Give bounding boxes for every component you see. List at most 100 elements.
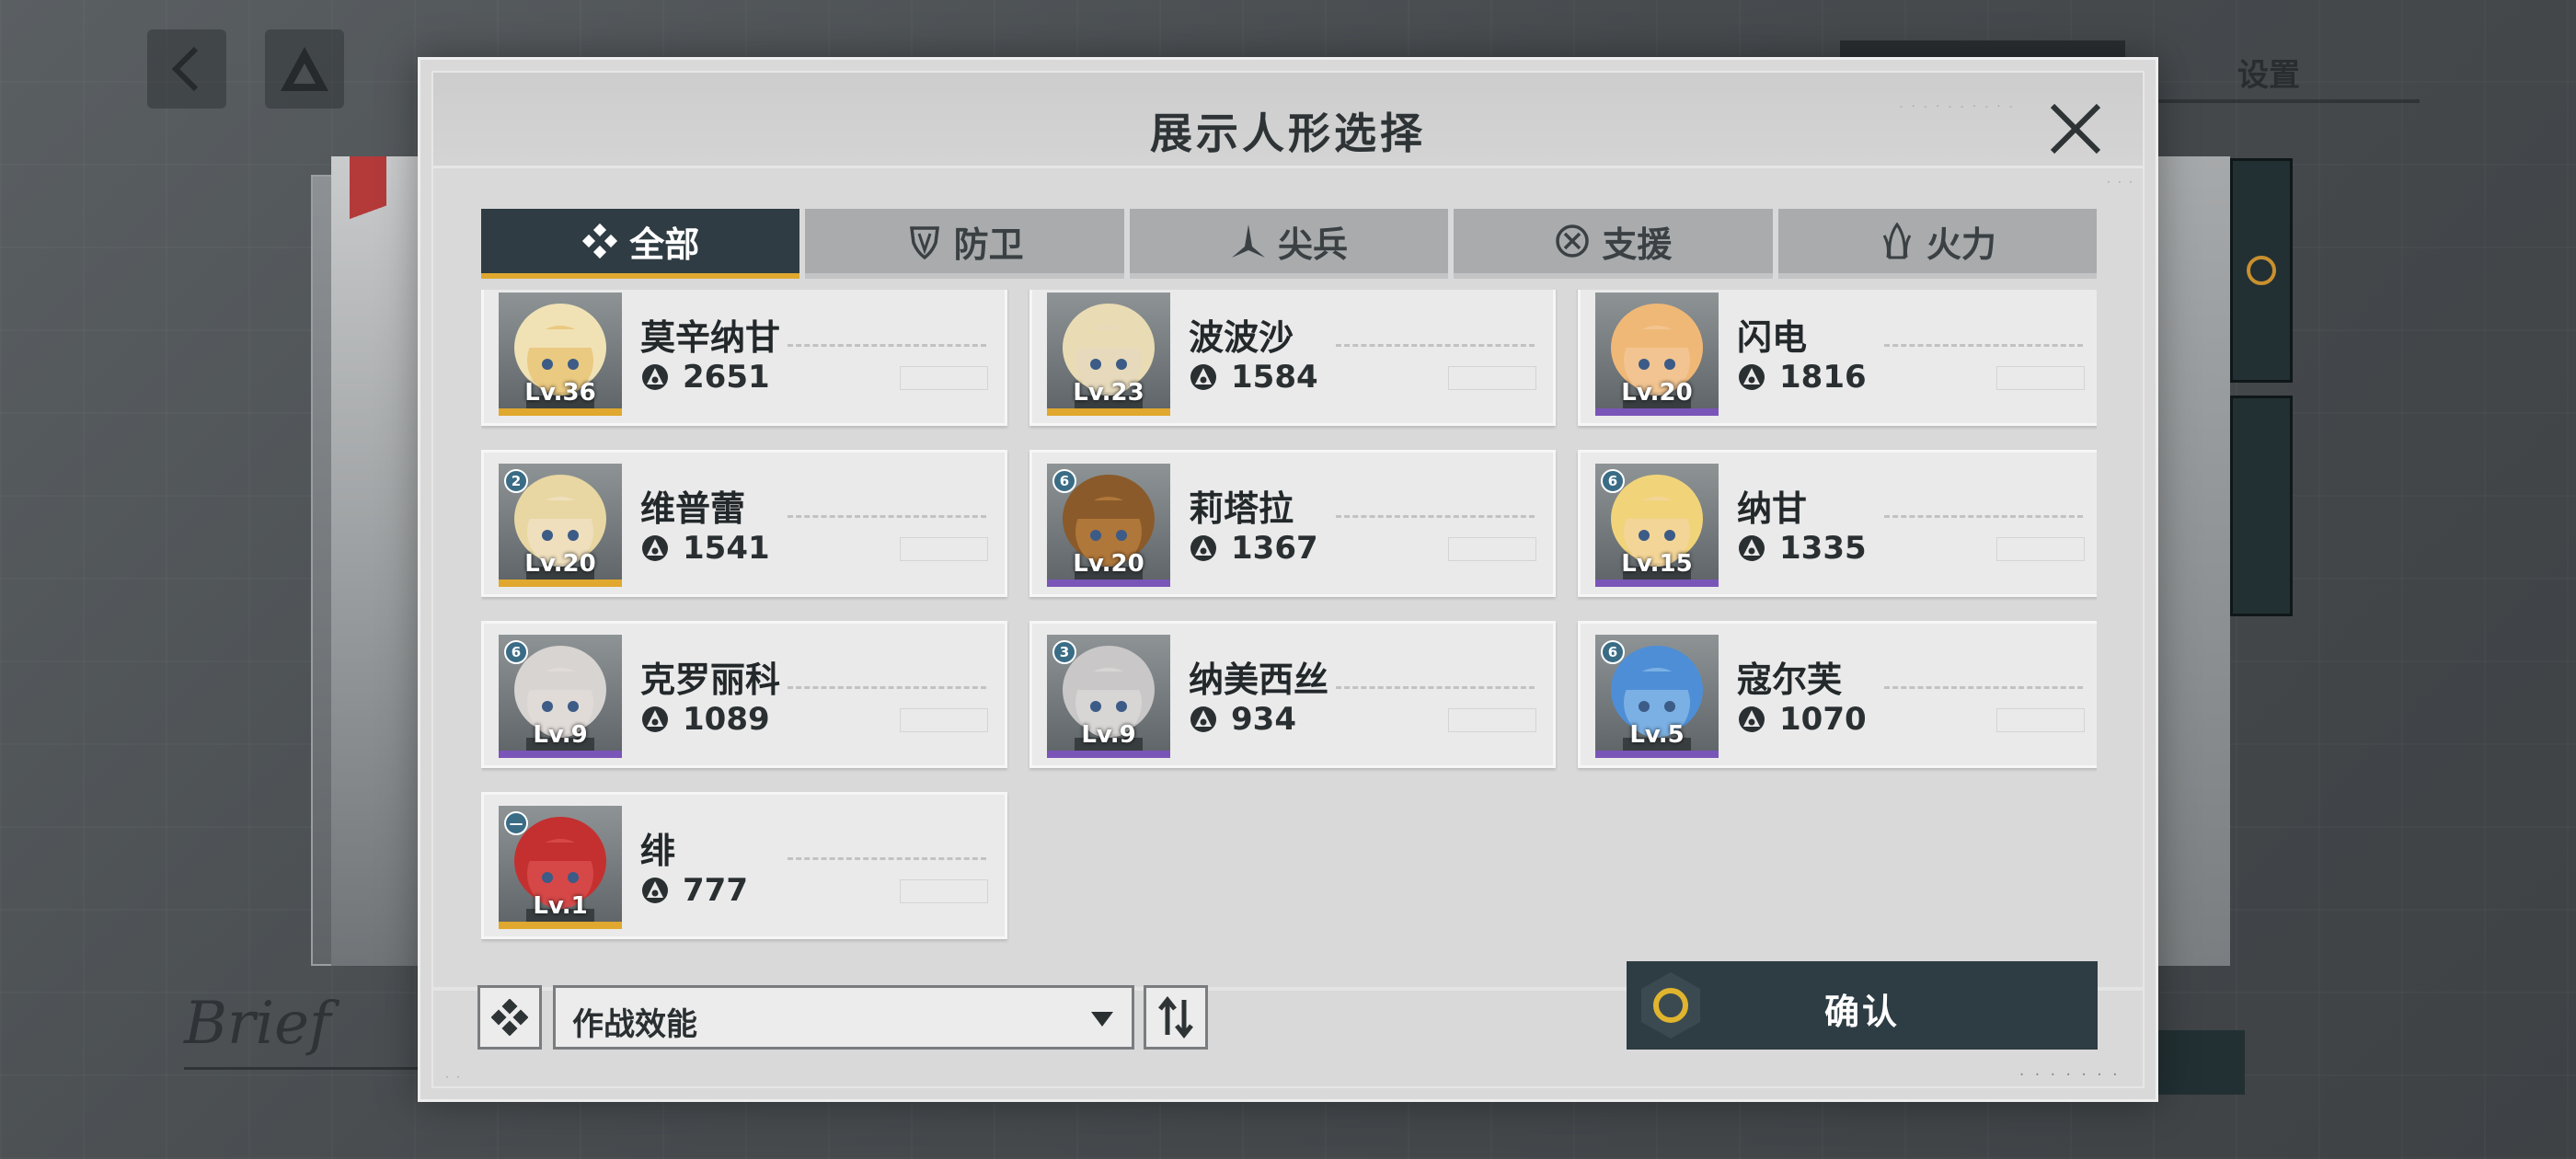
- doll-portrait: 2 Lv.20: [499, 464, 622, 587]
- card-divider: [788, 857, 986, 860]
- doll-portrait: 6 Lv.5: [1595, 635, 1719, 758]
- confirm-label: 确认: [1823, 992, 1900, 1032]
- doll-level: Lv.5: [1629, 721, 1685, 749]
- filter-button[interactable]: [477, 985, 542, 1050]
- card-decoration: [900, 366, 988, 390]
- card-decoration: [1448, 708, 1536, 732]
- tab-label: 尖兵: [1278, 224, 1349, 265]
- chevron-down-icon: [1091, 1012, 1113, 1027]
- doll-level: Lv.9: [1081, 721, 1136, 749]
- dialog-title: 展示人形选择: [1150, 109, 1426, 158]
- rank-badge: —: [504, 811, 528, 835]
- combat-power-icon: [642, 535, 668, 561]
- combat-power: 934: [1189, 701, 1296, 738]
- card-divider: [1884, 686, 2083, 689]
- card-divider: [788, 515, 986, 518]
- tab-label: 支援: [1602, 224, 1673, 265]
- tab-3[interactable]: 支援: [1454, 209, 1773, 279]
- tab-0[interactable]: 全部: [481, 209, 800, 279]
- tab-2[interactable]: 尖兵: [1129, 209, 1449, 279]
- firepower-icon: [1879, 223, 1915, 259]
- doll-select-dialog: 展示人形选择 - · - · - - · - · - · · · 全部 防卫 尖兵 支…: [418, 57, 2158, 1102]
- sort-dropdown-value: 作战效能: [572, 1006, 697, 1043]
- combat-power-icon: [1190, 706, 1216, 732]
- doll-name: 克罗丽科: [640, 660, 781, 700]
- doll-card[interactable]: 6 Lv.15 纳甘 1335: [1578, 450, 2097, 597]
- confirm-button[interactable]: 确认: [1627, 961, 2098, 1050]
- sort-order-button[interactable]: [1144, 985, 1208, 1050]
- diamond-filter-icon: [491, 999, 528, 1036]
- combat-power: 1070: [1737, 701, 1867, 738]
- rank-badge: 3: [1052, 640, 1076, 664]
- combat-power-value: 1584: [1231, 359, 1318, 396]
- brief-underline: [184, 1067, 442, 1070]
- doll-card[interactable]: 6 Lv.20 莉塔拉 1367: [1029, 450, 1556, 597]
- close-button[interactable]: [2045, 98, 2106, 159]
- doll-grid: Lv.36 莫辛纳甘 2651 Lv.23 波波沙 1584 Lv.20 闪电 1816 2 Lv.…: [481, 290, 2097, 972]
- doll-card[interactable]: 3 Lv.9 纳美西丝 934: [1029, 621, 1556, 768]
- tab-label: 全部: [629, 224, 700, 265]
- doll-card[interactable]: 6 Lv.5 寇尔芙 1070: [1578, 621, 2097, 768]
- settings-underline: [2156, 99, 2420, 103]
- combat-power-icon: [1739, 364, 1765, 390]
- card-divider: [1336, 344, 1535, 347]
- doll-card[interactable]: 2 Lv.20 维普蕾 1541: [481, 450, 1007, 597]
- doll-card[interactable]: — Lv.1 绯 777: [481, 792, 1007, 939]
- card-divider: [1336, 515, 1535, 518]
- doll-card[interactable]: Lv.20 闪电 1816: [1578, 290, 2097, 426]
- doll-card[interactable]: Lv.36 莫辛纳甘 2651: [481, 290, 1007, 426]
- rarity-bar: [499, 922, 622, 929]
- tab-1[interactable]: 防卫: [805, 209, 1124, 279]
- card-divider: [788, 686, 986, 689]
- doll-portrait: 6 Lv.20: [1047, 464, 1170, 587]
- home-logo-button[interactable]: [265, 29, 344, 109]
- doll-name: 莫辛纳甘: [640, 317, 781, 358]
- combat-power-value: 934: [1231, 701, 1296, 738]
- rarity-bar: [499, 580, 622, 587]
- combat-power: 1584: [1189, 359, 1318, 396]
- doll-name: 闪电: [1737, 317, 1808, 358]
- combat-power-value: 777: [683, 872, 748, 909]
- card-decoration: [1996, 537, 2085, 561]
- rarity-bar: [1047, 751, 1170, 758]
- combat-power-icon: [1190, 364, 1216, 390]
- background-right-panel: [2156, 156, 2230, 966]
- doll-level: Lv.20: [524, 550, 596, 578]
- footer-decoration: · · · · · · ·: [2018, 1068, 2119, 1083]
- combat-power: 1335: [1737, 530, 1867, 567]
- back-button[interactable]: [147, 29, 226, 109]
- background-right-button-2: [2230, 396, 2293, 616]
- doll-card[interactable]: 6 Lv.9 克罗丽科 1089: [481, 621, 1007, 768]
- rank-badge: 6: [1601, 640, 1625, 664]
- sort-order-icon: [1158, 996, 1193, 1039]
- card-decoration: [1448, 537, 1536, 561]
- card-divider: [1884, 344, 2083, 347]
- doll-portrait: 6 Lv.9: [499, 635, 622, 758]
- doll-name: 纳甘: [1737, 488, 1808, 529]
- tab-4[interactable]: 火力: [1777, 209, 2098, 279]
- card-decoration: [900, 708, 988, 732]
- rarity-bar: [1047, 580, 1170, 587]
- doll-card[interactable]: Lv.23 波波沙 1584: [1029, 290, 1556, 426]
- class-tabs: 全部 防卫 尖兵 支援 火力: [481, 209, 2098, 279]
- combat-power-icon: [1739, 706, 1765, 732]
- doll-portrait: Lv.36: [499, 293, 622, 416]
- card-divider: [1884, 515, 2083, 518]
- card-decoration: [1448, 366, 1536, 390]
- doll-level: Lv.15: [1621, 550, 1693, 578]
- doll-name: 波波沙: [1189, 317, 1294, 358]
- close-icon: [2050, 103, 2101, 155]
- sort-dropdown[interactable]: 作战效能: [553, 985, 1134, 1050]
- rarity-bar: [499, 408, 622, 416]
- doll-name: 绯: [640, 831, 676, 871]
- settings-label[interactable]: 设置: [2237, 50, 2300, 95]
- doll-level: Lv.20: [1621, 379, 1693, 407]
- background-red-stripe: [350, 156, 386, 322]
- shield-icon: [906, 223, 943, 259]
- card-divider: [1336, 686, 1535, 689]
- card-decoration: [900, 537, 988, 561]
- combat-power: 1816: [1737, 359, 1867, 396]
- vanguard-icon: [1230, 223, 1267, 259]
- combat-power-value: 2651: [683, 359, 770, 396]
- doll-portrait: — Lv.1: [499, 806, 622, 929]
